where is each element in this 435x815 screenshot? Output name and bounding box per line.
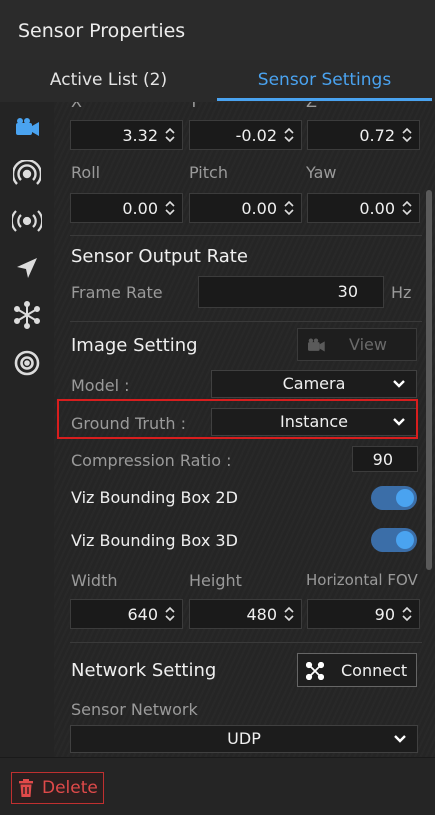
radar-icon[interactable]: [12, 159, 42, 189]
network-node-icon[interactable]: [12, 300, 42, 330]
bbox-3d-toggle[interactable]: [371, 528, 417, 552]
bbox-2d-label: Viz Bounding Box 2D: [71, 488, 238, 507]
width-label: Width: [71, 571, 118, 590]
trash-icon: [19, 779, 33, 797]
pos-y-label: Y: [189, 102, 199, 111]
panel-header: Sensor Properties: [0, 0, 435, 61]
chevron-down-icon: [394, 735, 406, 743]
frame-rate-label: Frame Rate: [71, 283, 163, 302]
ground-truth-highlight: [57, 399, 418, 439]
height-input[interactable]: 480: [189, 599, 302, 629]
pos-y-input[interactable]: -0.02: [189, 120, 302, 150]
height-label: Height: [189, 571, 242, 590]
broadcast-icon[interactable]: [12, 206, 42, 236]
frame-rate-input[interactable]: 30: [198, 276, 384, 308]
target-icon[interactable]: [12, 348, 42, 378]
sensor-properties-panel: Sensor Properties Active List (2) Sensor…: [0, 0, 435, 815]
frame-rate-unit: Hz: [391, 283, 412, 302]
image-setting-title: Image Setting: [71, 335, 198, 356]
pitch-label: Pitch: [189, 163, 228, 182]
stepper-icon[interactable]: [164, 200, 176, 216]
stepper-icon[interactable]: [164, 606, 176, 622]
model-label: Model :: [71, 376, 130, 395]
delete-button[interactable]: Delete: [11, 772, 104, 804]
yaw-label: Yaw: [306, 163, 337, 182]
roll-input[interactable]: 0.00: [70, 193, 183, 223]
active-tab-indicator: [217, 98, 432, 101]
horizontal-fov-input[interactable]: 90: [307, 599, 420, 629]
toggle-knob: [396, 531, 414, 549]
stepper-icon[interactable]: [401, 606, 413, 622]
stepper-icon[interactable]: [283, 606, 295, 622]
pos-x-input[interactable]: 3.32: [70, 120, 183, 150]
panel-title: Sensor Properties: [18, 20, 186, 42]
stepper-icon[interactable]: [401, 200, 413, 216]
pitch-input[interactable]: 0.00: [189, 193, 302, 223]
sensor-network-label: Sensor Network: [71, 700, 198, 719]
roll-label: Roll: [71, 163, 101, 182]
content-scrollbar[interactable]: [426, 190, 432, 570]
toggle-knob: [396, 489, 414, 507]
camera-icon: [308, 338, 325, 352]
compression-ratio-label: Compression Ratio :: [71, 451, 232, 470]
output-rate-title: Sensor Output Rate: [71, 246, 248, 267]
stepper-icon[interactable]: [164, 127, 176, 143]
sensor-network-select[interactable]: UDP: [70, 725, 418, 753]
tab-active-list[interactable]: Active List (2): [0, 60, 217, 102]
chevron-down-icon: [393, 380, 405, 388]
bbox-2d-toggle[interactable]: [371, 486, 417, 510]
stepper-icon[interactable]: [283, 200, 295, 216]
navigation-arrow-icon[interactable]: [12, 253, 42, 283]
pos-z-input[interactable]: 0.72: [307, 120, 420, 150]
compression-ratio-input[interactable]: 90: [352, 446, 418, 472]
stepper-icon[interactable]: [401, 127, 413, 143]
bbox-3d-label: Viz Bounding Box 3D: [71, 531, 238, 550]
tab-bar: Active List (2) Sensor Settings: [0, 60, 435, 102]
horizontal-fov-label: Horizontal FOV: [306, 571, 418, 589]
stepper-icon[interactable]: [283, 127, 295, 143]
camera-icon[interactable]: [12, 112, 42, 142]
network-node-icon: [306, 662, 324, 680]
section-divider: [70, 235, 422, 236]
yaw-input[interactable]: 0.00: [307, 193, 420, 223]
network-setting-title: Network Setting: [71, 660, 217, 681]
tab-sensor-settings[interactable]: Sensor Settings: [217, 60, 432, 102]
section-divider: [70, 642, 422, 643]
pos-x-label: X: [71, 102, 82, 111]
model-select[interactable]: Camera: [211, 370, 417, 398]
width-input[interactable]: 640: [70, 599, 183, 629]
sensor-type-sidebar: [0, 102, 54, 757]
section-divider: [70, 321, 422, 322]
view-button[interactable]: View: [297, 328, 417, 361]
pos-z-label: Z: [306, 102, 317, 111]
connect-button[interactable]: Connect: [297, 653, 417, 687]
